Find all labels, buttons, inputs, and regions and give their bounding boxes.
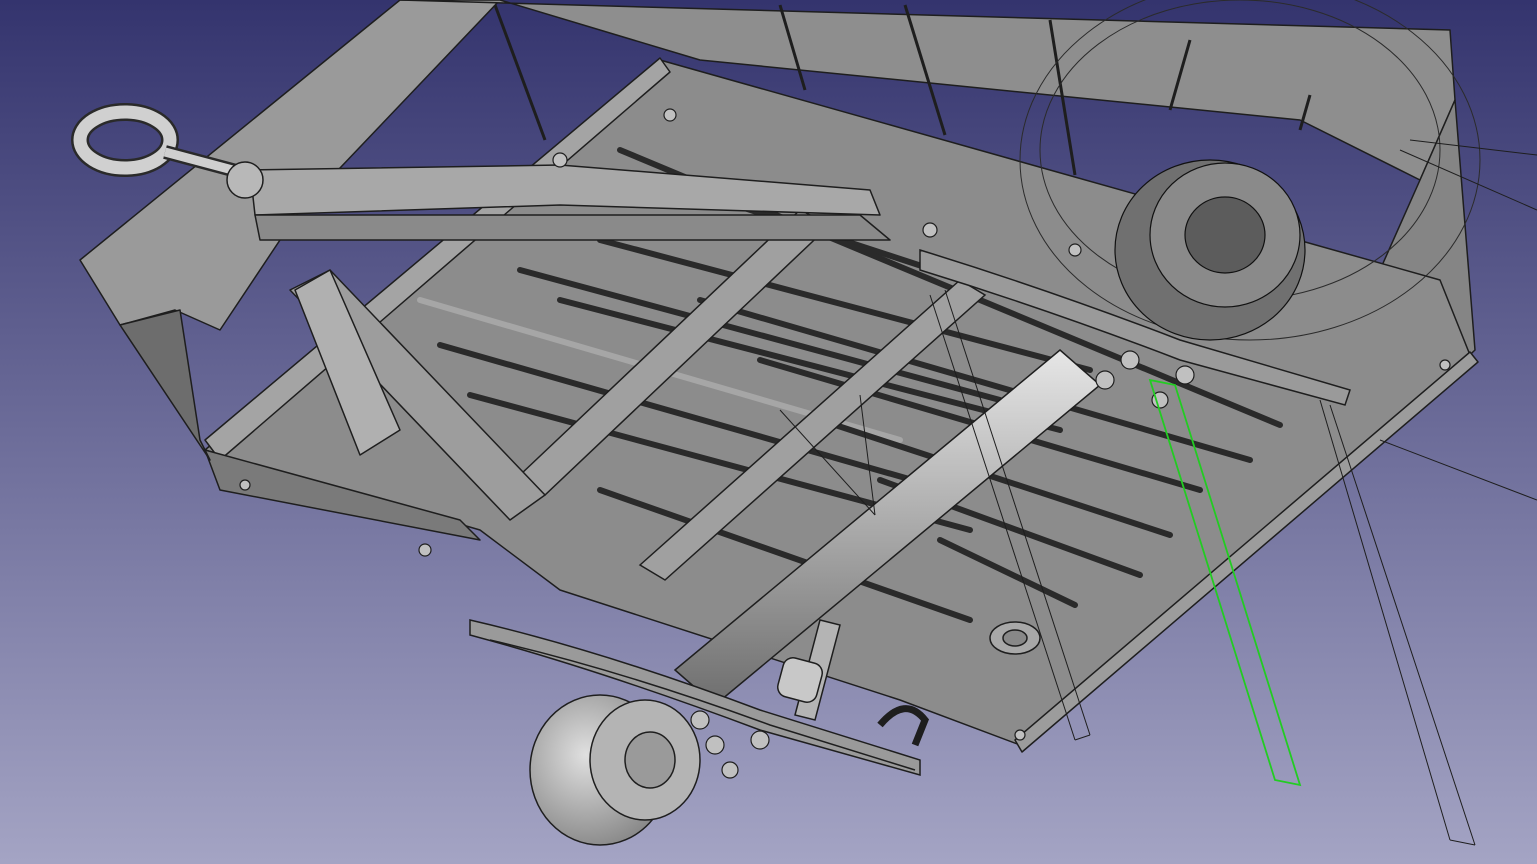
drain-plug: [989, 621, 1041, 655]
drawbar-lower-arm[interactable]: [254, 214, 891, 241]
cad-scene[interactable]: [0, 0, 1537, 864]
brake-drum-right[interactable]: [1114, 159, 1306, 341]
3d-viewport[interactable]: [0, 0, 1537, 864]
